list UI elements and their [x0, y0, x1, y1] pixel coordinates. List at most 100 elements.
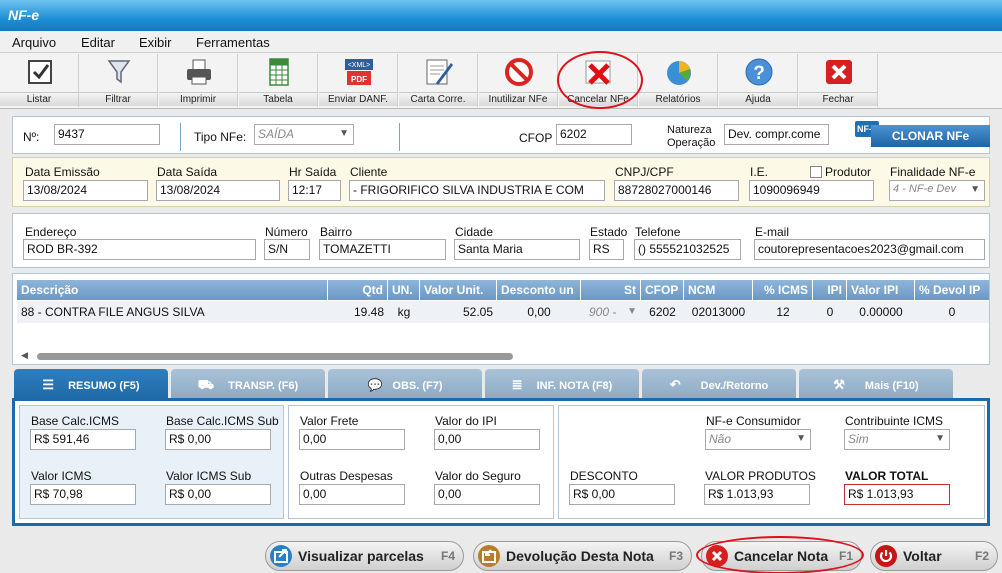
tipo-label: Tipo NFe: — [194, 130, 247, 144]
ipi-input[interactable]: 0,00 — [434, 429, 540, 450]
base-icms-sub-input[interactable]: R$ 0,00 — [165, 429, 271, 450]
toolbar-cancelar-nfe-button[interactable]: Cancelar NFe — [559, 54, 638, 107]
toolbar-fechar-button[interactable]: Fechar — [799, 54, 878, 107]
data-saida-input[interactable]: 13/08/2024 — [156, 180, 280, 201]
valor-icms-sub-label: Valor ICMS Sub — [166, 469, 252, 483]
menu-bar: Arquivo Editar Exibir Ferramentas — [0, 31, 1002, 53]
data-emissao-input[interactable]: 13/08/2024 — [23, 180, 148, 201]
tab-transp[interactable]: ⛟ TRANSP. (F6) — [171, 369, 325, 399]
clonar-nfe-button[interactable]: CLONAR NFe — [871, 125, 990, 147]
numero-input[interactable]: S/N — [264, 239, 310, 260]
col-valor-ipi[interactable]: Valor IPI — [847, 280, 915, 300]
col-ncm[interactable]: NCM — [684, 280, 753, 300]
col-icms[interactable]: % ICMS — [753, 280, 813, 300]
endereco-input[interactable]: ROD BR-392 — [23, 239, 256, 260]
cell-valor-unit: 52.05 — [420, 301, 497, 323]
bairro-input[interactable]: TOMAZETTI — [319, 239, 446, 260]
base-icms-input[interactable]: R$ 591,46 — [30, 429, 136, 450]
scrollbar-thumb[interactable] — [37, 353, 513, 360]
menu-editar[interactable]: Editar — [81, 35, 115, 50]
outras-despesas-input[interactable]: 0,00 — [299, 484, 405, 505]
pdf-badge-text: PDF — [351, 75, 367, 84]
tab-label: Dev./Retorno — [700, 380, 769, 392]
resumo-panel: Base Calc.ICMS R$ 591,46 Base Calc.ICMS … — [12, 398, 990, 526]
data-saida-label: Data Saída — [157, 165, 218, 179]
finalidade-label: Finalidade NF-e — [890, 165, 976, 179]
toolbar-enviar-danf-button[interactable]: <XML> PDF Enviar DANF. — [319, 54, 398, 107]
seguro-input[interactable]: 0,00 — [434, 484, 540, 505]
toolbar-relatorios-button[interactable]: Relatórios — [639, 54, 718, 107]
produtor-label: Produtor — [825, 165, 872, 179]
toolbar-label: Imprimir — [159, 92, 237, 106]
ipi-label: Valor do IPI — [435, 414, 497, 428]
close-icon — [826, 60, 852, 84]
database-icon: ≣ — [511, 377, 523, 392]
telefone-input[interactable]: () 555521032525 — [634, 239, 741, 260]
cidade-input[interactable]: Santa Maria — [454, 239, 580, 260]
truck-icon: ⛟ — [197, 377, 215, 392]
tab-label: OBS. (F7) — [392, 380, 443, 392]
num-input[interactable]: 9437 — [54, 124, 160, 145]
finalidade-select[interactable]: 4 - NF-e Dev ▼ — [889, 180, 985, 201]
consumidor-select[interactable]: Não ▼ — [705, 429, 811, 450]
prohibited-icon — [505, 58, 533, 86]
tab-dev-retorno[interactable]: ↶ Dev./Retorno — [642, 369, 796, 399]
estado-input[interactable]: RS — [589, 239, 624, 260]
ie-input[interactable]: 1090096949 — [749, 180, 874, 201]
produtor-checkbox[interactable] — [810, 166, 822, 178]
visualizar-parcelas-button[interactable]: Visualizar parcelas F4 — [265, 541, 464, 571]
contribuinte-select[interactable]: Sim ▼ — [844, 429, 950, 450]
cfop-input[interactable]: 6202 — [556, 124, 632, 145]
frete-input[interactable]: 0,00 — [299, 429, 405, 450]
despesas-box: Valor Frete 0,00 Valor do IPI 0,00 Outra… — [288, 405, 554, 519]
valor-total-label: VALOR TOTAL — [845, 469, 929, 483]
toolbar-tabela-button[interactable]: Tabela — [239, 54, 318, 107]
horizontal-scrollbar[interactable]: ◀ — [17, 350, 989, 362]
cell-valor-ipi: 0.00000 — [847, 301, 915, 323]
cnpj-input[interactable]: 88728027000146 — [614, 180, 739, 201]
col-cfop[interactable]: CFOP — [641, 280, 684, 300]
tipo-select[interactable]: SAÍDA ▼ — [254, 124, 354, 145]
cliente-input[interactable]: - FRIGORIFICO SILVA INDUSTRIA E COM — [349, 180, 605, 201]
col-st[interactable]: St — [581, 280, 641, 300]
toolbar-inutilizar-button[interactable]: Inutilizar NFe — [479, 54, 558, 107]
desconto-input[interactable]: R$ 0,00 — [569, 484, 675, 505]
valor-icms-sub-input[interactable]: R$ 0,00 — [165, 484, 271, 505]
export-icon — [270, 545, 292, 567]
toolbar-carta-corre-button[interactable]: Carta Corre. — [399, 54, 478, 107]
hr-saida-label: Hr Saída — [289, 165, 337, 179]
col-valor-unit[interactable]: Valor Unit. — [420, 280, 497, 300]
cfop-label: CFOP — [519, 131, 553, 145]
col-descricao[interactable]: Descrição — [17, 280, 328, 300]
valor-total-input[interactable]: R$ 1.013,93 — [844, 484, 950, 505]
toolbar-listar-button[interactable]: Listar — [0, 54, 79, 107]
divider — [399, 123, 400, 151]
toolbar-filtrar-button[interactable]: Filtrar — [79, 54, 158, 107]
menu-exibir[interactable]: Exibir — [139, 35, 172, 50]
valor-icms-input[interactable]: R$ 70,98 — [30, 484, 136, 505]
valor-produtos-input[interactable]: R$ 1.013,93 — [704, 484, 810, 505]
natureza-input[interactable]: Dev. compr.come — [724, 124, 829, 145]
hr-saida-input[interactable]: 12:17 — [288, 180, 341, 201]
voltar-button[interactable]: Voltar F2 — [870, 541, 998, 571]
frete-label: Valor Frete — [300, 414, 359, 428]
toolbar-imprimir-button[interactable]: Imprimir — [159, 54, 238, 107]
checklist-icon — [28, 60, 52, 84]
col-desconto[interactable]: Desconto un — [497, 280, 581, 300]
col-qtd[interactable]: Qtd — [328, 280, 388, 300]
menu-ferramentas[interactable]: Ferramentas — [196, 35, 270, 50]
cancelar-nota-button[interactable]: Cancelar Nota F1 — [701, 541, 862, 571]
col-un[interactable]: UN. — [388, 280, 420, 300]
email-input[interactable]: coutorepresentacoes2023@gmail.com — [754, 239, 985, 260]
tab-mais[interactable]: ⚒ Mais (F10) — [799, 369, 953, 399]
toolbar-ajuda-button[interactable]: ? Ajuda — [719, 54, 798, 107]
col-devol-ipi[interactable]: % Devol IP — [915, 280, 989, 300]
col-ipi[interactable]: IPI — [813, 280, 847, 300]
tab-inf-nota[interactable]: ≣ INF. NOTA (F8) — [485, 369, 639, 399]
menu-arquivo[interactable]: Arquivo — [12, 35, 56, 50]
cell-st-select[interactable]: 900 - ▼ — [581, 301, 641, 323]
tab-obs[interactable]: 💬 OBS. (F7) — [328, 369, 482, 399]
scroll-left-icon[interactable]: ◀ — [21, 350, 28, 361]
tab-resumo[interactable]: ☰ RESUMO (F5) — [14, 369, 168, 399]
devolucao-nota-button[interactable]: Devolução Desta Nota F3 — [473, 541, 692, 571]
